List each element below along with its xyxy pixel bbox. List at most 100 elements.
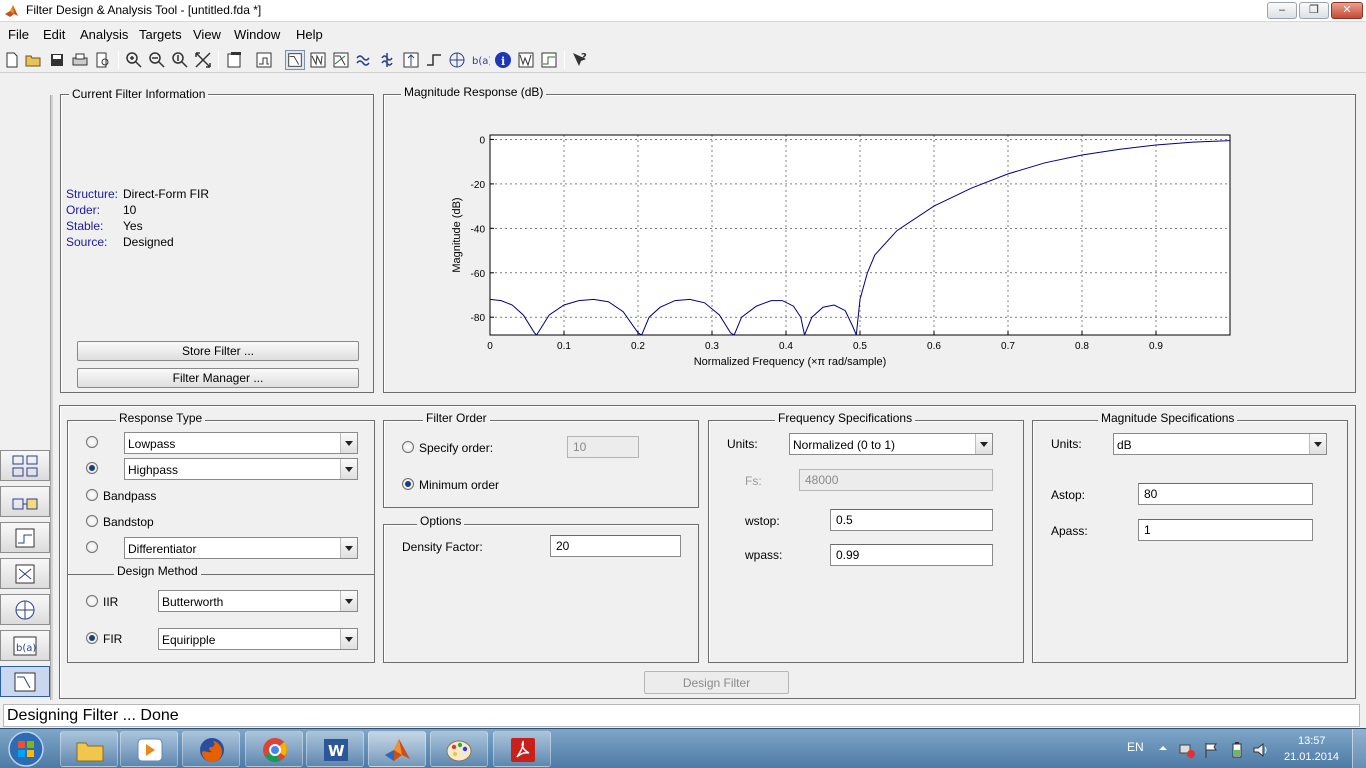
full-view-icon[interactable] — [193, 50, 213, 70]
print-preview-icon[interactable] — [93, 50, 113, 70]
magnitude-phase-icon[interactable] — [331, 50, 351, 70]
astop-input[interactable]: 80 — [1138, 483, 1313, 505]
lowpass-radio[interactable] — [86, 436, 98, 448]
fs-input[interactable]: 48000 — [799, 469, 993, 491]
iir-method-select[interactable]: Butterworth — [158, 590, 358, 612]
new-file-icon[interactable] — [2, 50, 22, 70]
sidebar: b(a) — [0, 95, 53, 700]
fir-method-select[interactable]: Equiripple — [158, 628, 358, 650]
menu-file[interactable]: File — [8, 27, 29, 42]
specify-order-label[interactable]: Specify order: — [419, 441, 493, 455]
whats-this-icon[interactable]: ? — [570, 50, 590, 70]
highpass-radio[interactable] — [86, 462, 98, 474]
full-view-analysis-icon[interactable] — [254, 50, 274, 70]
filter-info-icon[interactable]: i — [493, 50, 513, 70]
close-window-button[interactable]: ✕ — [1331, 2, 1363, 19]
taskbar-acrobat[interactable] — [493, 731, 551, 767]
network-icon[interactable] — [1178, 741, 1196, 759]
sidebar-design-filter[interactable] — [0, 666, 50, 697]
taskbar-media-player[interactable] — [120, 731, 178, 767]
wpass-input[interactable]: 0.99 — [830, 544, 993, 566]
minimum-order-label[interactable]: Minimum order — [419, 478, 499, 492]
impulse-response-icon[interactable] — [401, 50, 421, 70]
battery-icon[interactable] — [1228, 741, 1246, 759]
menu-view[interactable]: View — [193, 27, 221, 42]
toolbar-separator — [118, 51, 119, 69]
apass-input[interactable]: 1 — [1138, 519, 1313, 541]
pole-zero-icon[interactable] — [447, 50, 467, 70]
menu-window[interactable]: Window — [234, 27, 280, 42]
store-filter-button[interactable]: Store Filter ... — [77, 341, 359, 361]
minimize-button[interactable]: – — [1267, 2, 1297, 19]
zoom-x-icon[interactable] — [147, 50, 167, 70]
round-off-noise-icon[interactable] — [516, 50, 536, 70]
bandpass-label[interactable]: Bandpass — [103, 489, 156, 503]
language-indicator[interactable]: EN — [1127, 740, 1144, 754]
sidebar-import-filter[interactable] — [0, 522, 50, 553]
magnitude-response-icon[interactable] — [285, 50, 305, 70]
iir-radio[interactable] — [86, 595, 98, 607]
print-icon[interactable] — [70, 50, 90, 70]
y-tick-label: -60 — [471, 269, 486, 280]
taskbar-paint[interactable] — [430, 731, 488, 767]
bandstop-label[interactable]: Bandstop — [103, 515, 154, 529]
svg-text:b(a): b(a) — [16, 643, 36, 654]
group-delay-icon[interactable] — [354, 50, 374, 70]
minimum-order-radio[interactable] — [402, 478, 414, 490]
restore-button[interactable]: ❐ — [1299, 2, 1329, 19]
title-bar: Filter Design & Analysis Tool - [untitle… — [0, 0, 1366, 22]
sidebar-transform-filter[interactable] — [0, 450, 50, 481]
specify-order-input[interactable]: 10 — [567, 436, 639, 458]
taskbar-matlab[interactable] — [368, 731, 426, 767]
sidebar-quantization[interactable] — [0, 558, 50, 589]
volume-icon[interactable] — [1252, 741, 1270, 759]
menu-targets[interactable]: Targets — [139, 27, 182, 42]
sidebar-realize-model[interactable] — [0, 486, 50, 517]
freq-units-select[interactable]: Normalized (0 to 1) — [789, 433, 993, 455]
phase-response-icon[interactable] — [308, 50, 328, 70]
iir-label[interactable]: IIR — [103, 595, 118, 609]
taskbar-firefox[interactable] — [182, 731, 240, 767]
zoom-y-icon[interactable] — [170, 50, 190, 70]
magnitude-estimate-icon[interactable] — [539, 50, 559, 70]
open-file-icon[interactable] — [24, 50, 44, 70]
start-button[interactable] — [6, 730, 46, 768]
svg-text:b(a): b(a) — [472, 56, 490, 67]
sidebar-pole-zero-editor[interactable] — [0, 594, 50, 625]
density-factor-input[interactable]: 20 — [550, 535, 681, 557]
menu-analysis[interactable]: Analysis — [80, 27, 128, 42]
svg-text:W: W — [328, 742, 345, 760]
bandstop-radio[interactable] — [86, 515, 98, 527]
taskbar-chrome[interactable] — [245, 731, 303, 767]
design-filter-button[interactable]: Design Filter — [644, 671, 789, 694]
specify-order-radio[interactable] — [402, 441, 414, 453]
differentiator-select[interactable]: Differentiator — [124, 537, 358, 559]
fir-label[interactable]: FIR — [103, 632, 122, 646]
new-figure-icon[interactable] — [224, 50, 244, 70]
mag-units-select[interactable]: dB — [1113, 433, 1327, 455]
highpass-select[interactable]: Highpass — [124, 458, 358, 480]
coefficients-icon[interactable]: b(a) — [470, 50, 490, 70]
filter-manager-button[interactable]: Filter Manager ... — [77, 368, 359, 388]
fir-radio[interactable] — [86, 632, 98, 644]
lowpass-select[interactable]: Lowpass — [124, 432, 358, 454]
action-center-flag-icon[interactable] — [1203, 741, 1221, 759]
menu-help[interactable]: Help — [296, 27, 323, 42]
save-icon[interactable] — [47, 50, 67, 70]
show-desktop-button[interactable] — [1352, 729, 1366, 768]
sidebar-multirate[interactable]: b(a) — [0, 630, 50, 661]
taskbar-word[interactable]: W — [306, 731, 364, 767]
tray-expand-icon[interactable] — [1158, 743, 1168, 753]
zoom-in-icon[interactable] — [124, 50, 144, 70]
phase-delay-icon[interactable] — [377, 50, 397, 70]
step-response-icon[interactable] — [424, 50, 444, 70]
taskbar-explorer[interactable] — [60, 731, 118, 767]
clock-time[interactable]: 13:57 — [1298, 735, 1326, 747]
window-title: Filter Design & Analysis Tool - [untitle… — [26, 3, 262, 17]
clock-date[interactable]: 21.01.2014 — [1284, 751, 1339, 763]
wstop-label: wstop: — [745, 514, 780, 528]
wstop-input[interactable]: 0.5 — [830, 509, 993, 531]
bandpass-radio[interactable] — [86, 489, 98, 501]
differentiator-radio[interactable] — [86, 541, 98, 553]
menu-edit[interactable]: Edit — [43, 27, 65, 42]
